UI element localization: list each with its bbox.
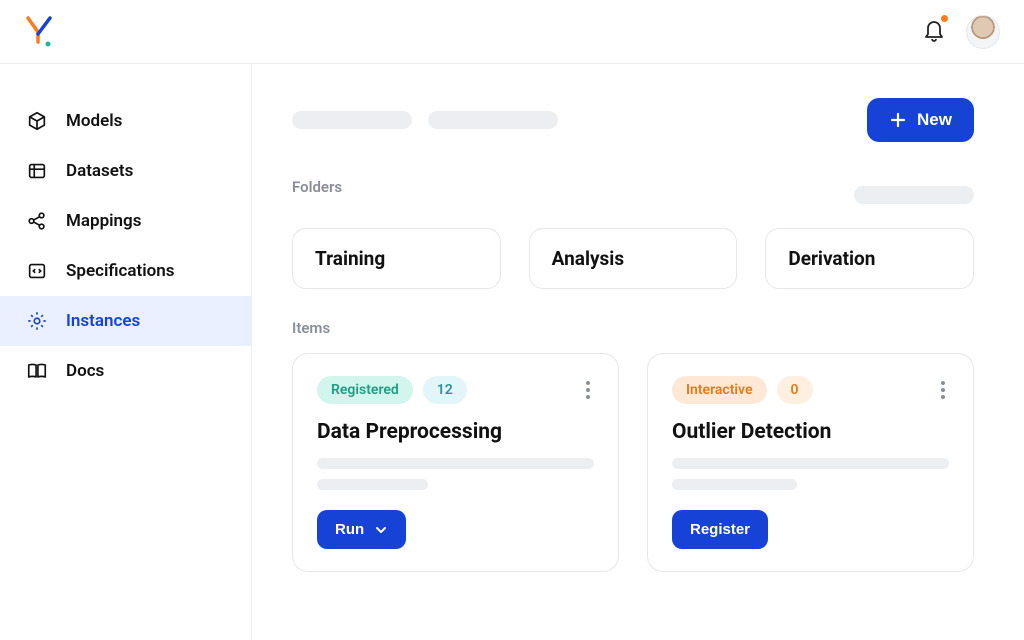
card-description-skeleton bbox=[672, 458, 949, 490]
card-description-skeleton bbox=[317, 458, 594, 490]
new-button-label: New bbox=[917, 110, 952, 130]
new-button[interactable]: New bbox=[867, 98, 974, 142]
status-badge: Registered bbox=[317, 376, 413, 404]
breadcrumb-skeleton bbox=[292, 111, 558, 129]
gear-icon bbox=[26, 310, 48, 332]
folder-name: Training bbox=[315, 247, 385, 270]
chevron-down-icon bbox=[374, 523, 388, 537]
code-box-icon bbox=[26, 260, 48, 282]
sidebar-item-label: Datasets bbox=[66, 161, 133, 181]
sidebar-item-models[interactable]: Models bbox=[0, 96, 251, 146]
items-section-label: Items bbox=[292, 319, 974, 337]
share-nodes-icon bbox=[26, 210, 48, 232]
count-badge: 0 bbox=[777, 376, 813, 404]
sidebar-item-label: Models bbox=[66, 111, 122, 131]
folder-name: Analysis bbox=[552, 247, 624, 270]
folders-section-label: Folders bbox=[292, 178, 342, 196]
card-menu-button[interactable] bbox=[582, 377, 594, 403]
run-button-label: Run bbox=[335, 521, 364, 538]
status-badge: Interactive bbox=[672, 376, 767, 404]
folder-derivation[interactable]: Derivation bbox=[765, 228, 974, 289]
avatar[interactable] bbox=[966, 15, 1000, 49]
folders-action-skeleton bbox=[854, 186, 974, 204]
sidebar-item-docs[interactable]: Docs bbox=[0, 346, 251, 396]
card-title: Data Preprocessing bbox=[317, 420, 594, 444]
run-button[interactable]: Run bbox=[317, 510, 406, 549]
register-button-label: Register bbox=[690, 521, 750, 538]
sidebar-item-mappings[interactable]: Mappings bbox=[0, 196, 251, 246]
folder-analysis[interactable]: Analysis bbox=[529, 228, 738, 289]
count-badge: 12 bbox=[423, 376, 467, 404]
sidebar-item-label: Docs bbox=[66, 361, 104, 381]
sidebar: Models Datasets Mappings bbox=[0, 64, 252, 640]
item-card: Interactive 0 Outlier Detection Register bbox=[647, 353, 974, 572]
item-card: Registered 12 Data Preprocessing Run bbox=[292, 353, 619, 572]
card-menu-button[interactable] bbox=[937, 377, 949, 403]
sidebar-item-instances[interactable]: Instances bbox=[0, 296, 251, 346]
book-open-icon bbox=[26, 360, 48, 382]
folder-name: Derivation bbox=[788, 247, 875, 270]
topbar bbox=[0, 0, 1024, 64]
cube-icon bbox=[26, 110, 48, 132]
sidebar-item-datasets[interactable]: Datasets bbox=[0, 146, 251, 196]
sidebar-item-specifications[interactable]: Specifications bbox=[0, 246, 251, 296]
notification-dot-icon bbox=[941, 15, 948, 22]
logo[interactable] bbox=[24, 14, 56, 50]
table-icon bbox=[26, 160, 48, 182]
card-title: Outlier Detection bbox=[672, 420, 949, 444]
sidebar-item-label: Specifications bbox=[66, 261, 175, 281]
main-content: New Folders Training Analysis Derivation… bbox=[252, 64, 1024, 640]
notifications-button[interactable] bbox=[922, 17, 946, 47]
sidebar-item-label: Instances bbox=[66, 311, 140, 331]
register-button[interactable]: Register bbox=[672, 510, 768, 549]
plus-icon bbox=[889, 111, 907, 129]
sidebar-item-label: Mappings bbox=[66, 211, 141, 231]
folder-training[interactable]: Training bbox=[292, 228, 501, 289]
